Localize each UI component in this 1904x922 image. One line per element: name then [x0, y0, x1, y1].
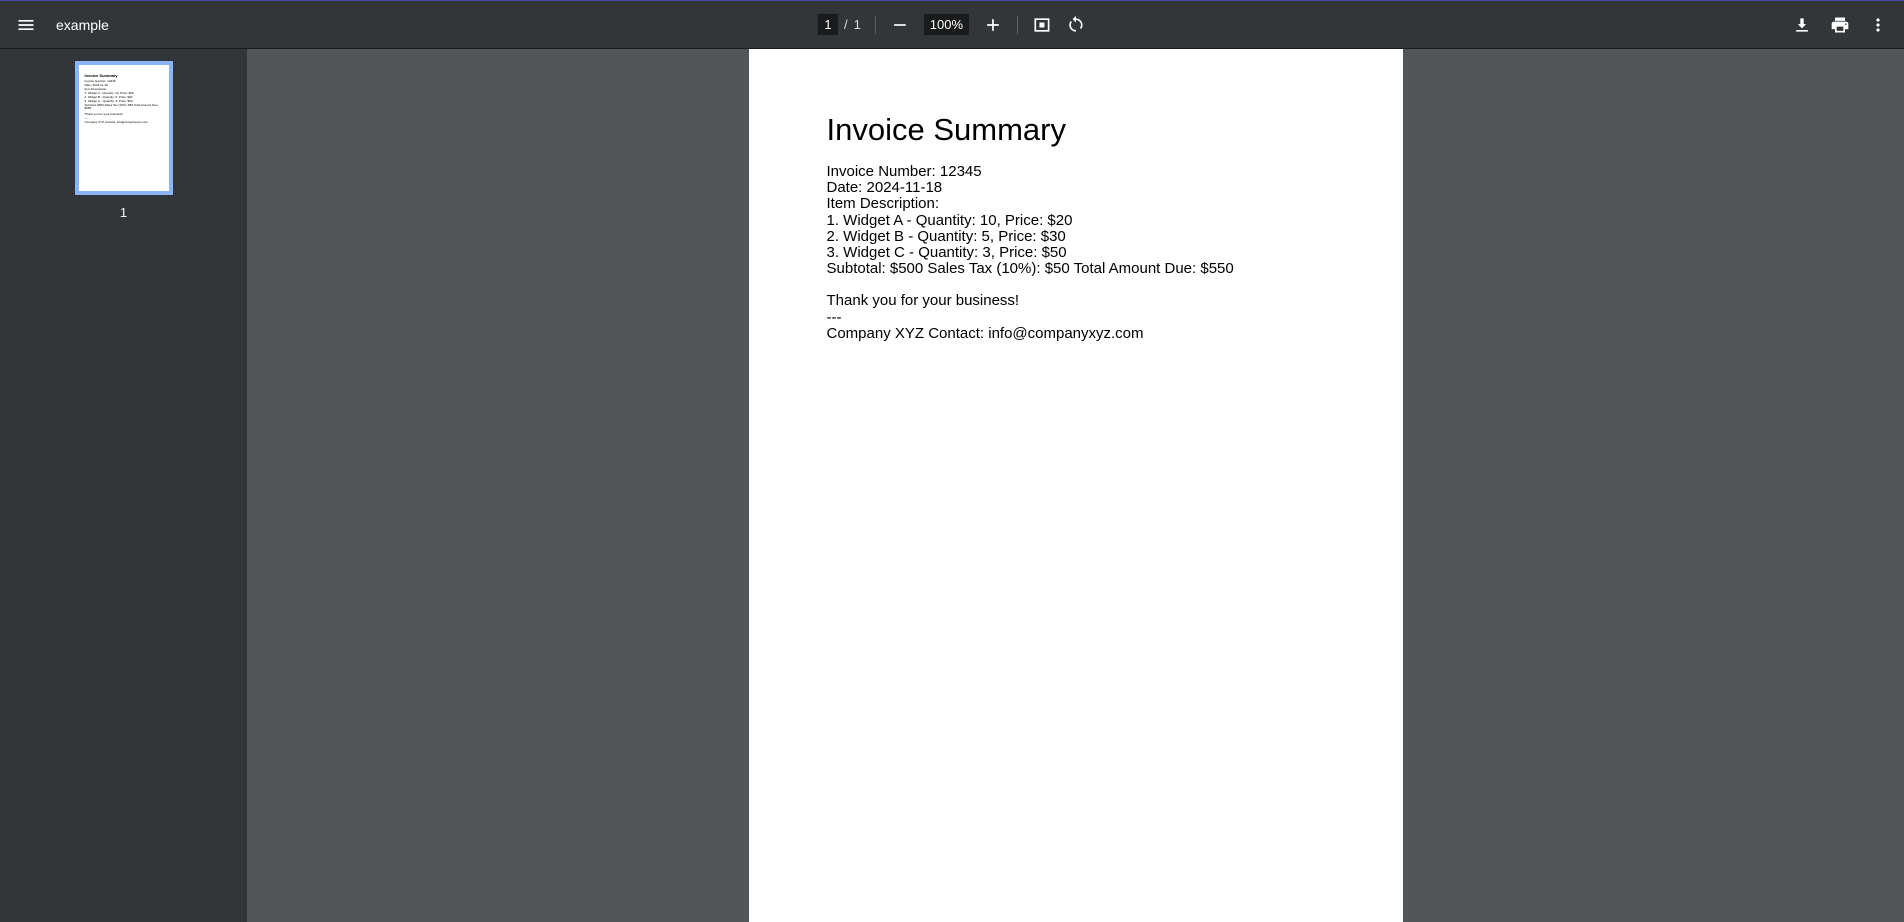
- thank-you: Thank you for your business!: [827, 293, 1325, 309]
- item-3: 3. Widget C - Quantity: 3, Price: $50: [827, 245, 1325, 261]
- plus-icon: [983, 15, 1003, 35]
- invoice-number: Invoice Number: 12345: [827, 164, 1325, 180]
- separator-dashes: ---: [827, 310, 1325, 326]
- zoom-in-button[interactable]: [983, 15, 1003, 35]
- download-icon: [1792, 15, 1812, 35]
- thumbnail-container: Invoice Summary Invoice Number: 12345 Da…: [0, 61, 247, 220]
- document-page: Invoice Summary Invoice Number: 12345 Da…: [749, 49, 1403, 922]
- thumbnail-sidebar: Invoice Summary Invoice Number: 12345 Da…: [0, 48, 247, 922]
- print-icon: [1830, 15, 1850, 35]
- fit-page-icon: [1032, 15, 1052, 35]
- rotate-button[interactable]: [1066, 15, 1086, 35]
- toolbar-center: / 1 100%: [818, 14, 1086, 35]
- menu-button[interactable]: [16, 15, 36, 35]
- page-thumbnail[interactable]: Invoice Summary Invoice Number: 12345 Da…: [75, 61, 173, 195]
- minus-icon: [890, 15, 910, 35]
- divider: [875, 16, 876, 34]
- document-view[interactable]: Invoice Summary Invoice Number: 12345 Da…: [247, 48, 1904, 922]
- document-title: example: [56, 17, 109, 33]
- toolbar-right: [1792, 15, 1888, 35]
- divider: [1017, 16, 1018, 34]
- item-2: 2. Widget B - Quantity: 5, Price: $30: [827, 229, 1325, 245]
- totals-line: Subtotal: $500 Sales Tax (10%): $50 Tota…: [827, 261, 1325, 277]
- fit-page-button[interactable]: [1032, 15, 1052, 35]
- page-number-input[interactable]: [818, 14, 838, 35]
- print-button[interactable]: [1830, 15, 1850, 35]
- main-area: Invoice Summary Invoice Number: 12345 Da…: [0, 48, 1904, 922]
- invoice-title: Invoice Summary: [827, 112, 1325, 148]
- invoice-details: Invoice Number: 12345 Date: 2024-11-18 I…: [827, 164, 1325, 277]
- total-pages: 1: [854, 17, 861, 32]
- zoom-out-button[interactable]: [890, 15, 910, 35]
- pdf-toolbar: example / 1 100%: [0, 0, 1904, 48]
- item-description-header: Item Description:: [827, 196, 1325, 212]
- thumbnail-page-number: 1: [120, 205, 127, 220]
- zoom-level: 100%: [924, 14, 969, 35]
- thumbnail-preview: Invoice Summary Invoice Number: 12345 Da…: [85, 73, 163, 125]
- invoice-date: Date: 2024-11-18: [827, 180, 1325, 196]
- footer-block: Thank you for your business! --- Company…: [827, 293, 1325, 342]
- more-vert-icon: [1868, 15, 1888, 35]
- more-button[interactable]: [1868, 15, 1888, 35]
- item-1: 1. Widget A - Quantity: 10, Price: $20: [827, 213, 1325, 229]
- download-button[interactable]: [1792, 15, 1812, 35]
- rotate-icon: [1066, 15, 1086, 35]
- toolbar-left: example: [16, 15, 109, 35]
- company-contact: Company XYZ Contact: info@companyxyz.com: [827, 326, 1325, 342]
- page-separator: /: [844, 17, 848, 32]
- hamburger-icon: [16, 15, 36, 35]
